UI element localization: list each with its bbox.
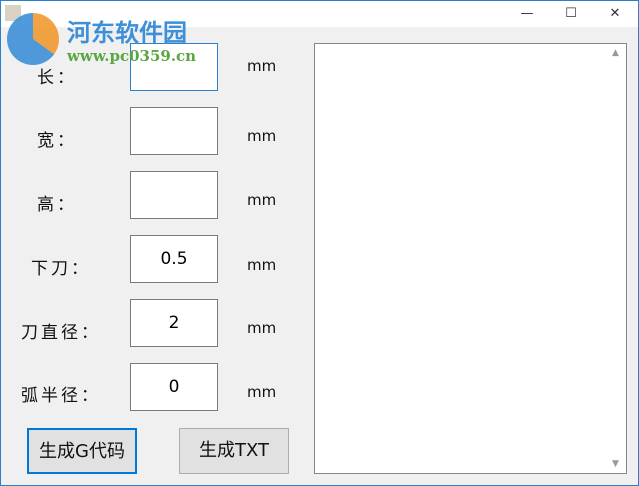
maximize-button[interactable]: ☐ [548, 1, 594, 27]
tool-diameter-input[interactable]: 2 [130, 299, 218, 347]
main-window: — ☐ ✕ 长： mm 宽： mm 高： mm 下刀： 0.5 mm 刀直径： … [0, 0, 639, 486]
generate-txt-button[interactable]: 生成TXT [179, 428, 289, 474]
scroll-down-icon[interactable]: ▼ [612, 459, 619, 469]
plunge-unit: mm [247, 256, 277, 274]
scroll-up-icon[interactable]: ▲ [612, 48, 619, 58]
plunge-input[interactable]: 0.5 [130, 235, 218, 283]
generate-gcode-button[interactable]: 生成G代码 [27, 428, 137, 474]
app-icon [5, 5, 21, 21]
plunge-label: 下刀： [31, 259, 91, 279]
arc-radius-unit: mm [247, 383, 277, 401]
height-label: 高： [37, 195, 77, 215]
width-input[interactable] [130, 107, 218, 155]
height-unit: mm [247, 191, 277, 209]
width-label: 宽： [37, 131, 77, 151]
length-label: 长： [37, 68, 77, 88]
tool-diameter-label: 刀直径： [21, 323, 101, 343]
width-unit: mm [247, 127, 277, 145]
output-textarea[interactable]: ▲ ▼ [314, 43, 627, 474]
minimize-button[interactable]: — [504, 1, 550, 27]
length-input[interactable] [130, 43, 218, 91]
height-input[interactable] [130, 171, 218, 219]
title-bar: — ☐ ✕ [1, 1, 638, 27]
length-unit: mm [247, 57, 277, 75]
tool-diameter-unit: mm [247, 319, 277, 337]
arc-radius-label: 弧半径： [21, 386, 101, 406]
close-button[interactable]: ✕ [592, 1, 638, 27]
vertical-scrollbar[interactable]: ▲ ▼ [609, 44, 626, 473]
arc-radius-input[interactable]: 0 [130, 363, 218, 411]
